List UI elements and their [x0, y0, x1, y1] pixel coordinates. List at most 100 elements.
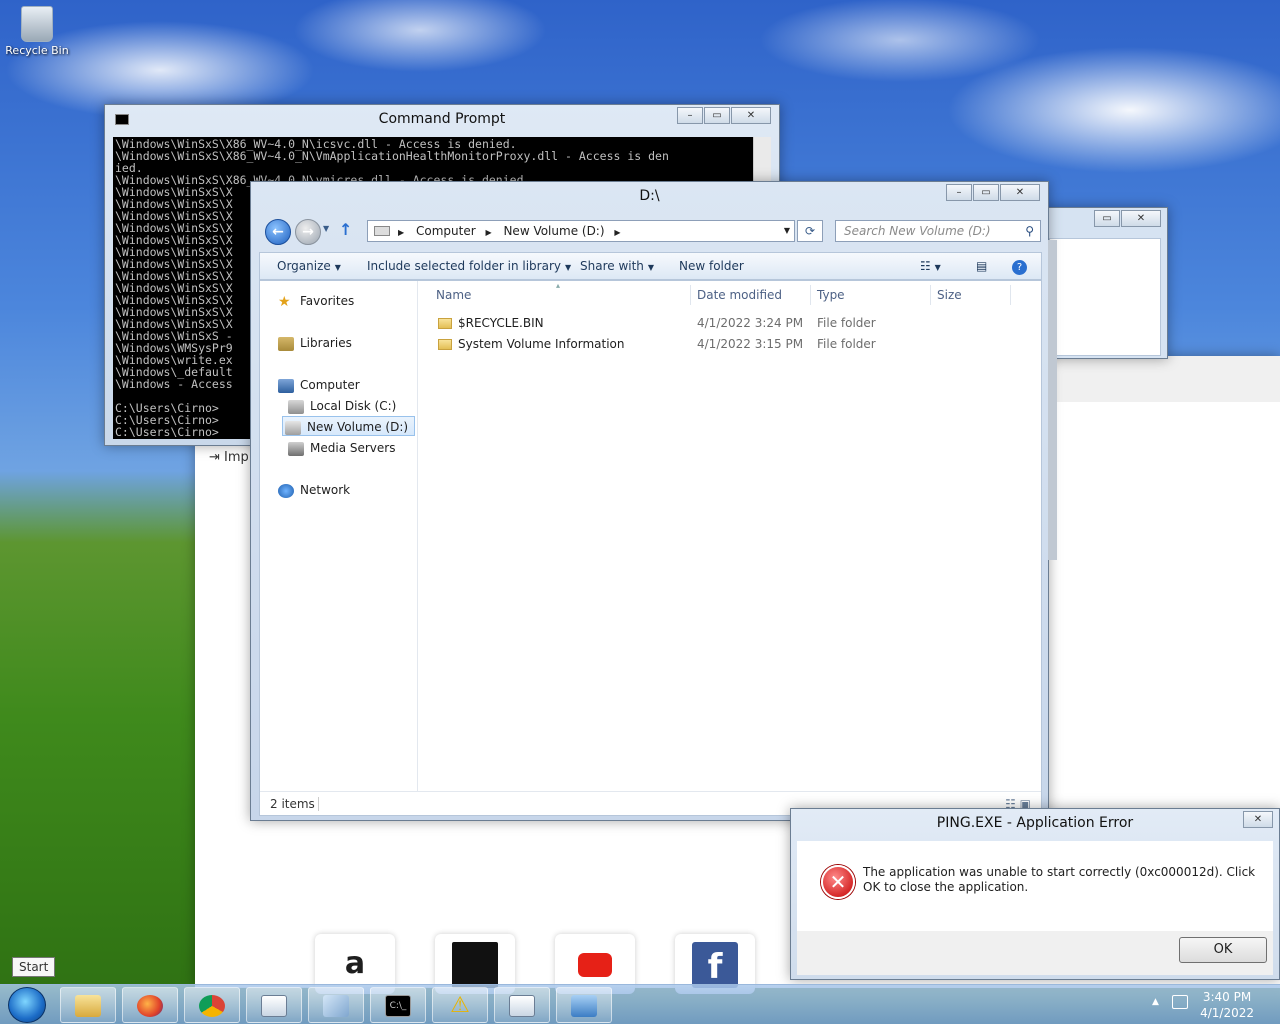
- new-folder-button[interactable]: New folder: [679, 253, 744, 279]
- taskbar-notepad-button[interactable]: [494, 987, 550, 1023]
- media-server-icon: [288, 441, 304, 456]
- back-button[interactable]: ←: [265, 219, 291, 245]
- cmd-app-icon: [115, 114, 129, 125]
- import-link[interactable]: ⇥ Imp: [209, 450, 249, 465]
- organize-button[interactable]: Organize ▼: [277, 253, 341, 281]
- warning-icon: ⚠: [450, 992, 470, 1018]
- breadcrumb-arrow-icon[interactable]: ▶: [398, 228, 404, 237]
- recycle-bin[interactable]: Recycle Bin: [4, 6, 70, 57]
- file-type: File folder: [817, 316, 876, 330]
- folder-icon: [75, 994, 101, 1017]
- taskbar-explorer-button[interactable]: [60, 987, 116, 1023]
- background-window-pane: [1049, 238, 1161, 356]
- explorer-window-controls: – ▭ ✕: [945, 184, 1040, 201]
- background-window-scrollbar[interactable]: [1048, 240, 1057, 560]
- drive-icon: [285, 420, 301, 435]
- command-bar: Organize ▼ Include selected folder in lib…: [259, 252, 1042, 280]
- nav-network[interactable]: Network: [278, 480, 350, 500]
- control-panel-icon: [571, 994, 597, 1017]
- error-titlebar[interactable]: PING.EXE - Application Error ✕: [791, 809, 1279, 837]
- nav-libraries[interactable]: Libraries: [278, 333, 352, 353]
- cmd-icon: C:\_: [385, 994, 411, 1017]
- taskbar-paint-button[interactable]: [308, 987, 364, 1023]
- search-icon[interactable]: ⚲: [1025, 221, 1034, 241]
- taskbar-notepad-button[interactable]: [246, 987, 302, 1023]
- notepad-icon: [509, 994, 535, 1017]
- disk-icon: [288, 399, 304, 414]
- column-divider[interactable]: [930, 285, 931, 305]
- breadcrumb-arrow-icon[interactable]: ▶: [485, 228, 491, 237]
- maximize-icon[interactable]: ▭: [704, 107, 730, 124]
- help-icon[interactable]: ?: [1012, 253, 1027, 279]
- search-input[interactable]: Search New Volume (D:) ⚲: [835, 220, 1041, 242]
- file-date: 4/1/2022 3:15 PM: [697, 337, 804, 351]
- taskbar: C:\_ ⚠ ▲ 3:40 PM 4/1/2022: [0, 984, 1280, 1024]
- column-divider[interactable]: [690, 285, 691, 305]
- column-size[interactable]: Size: [937, 287, 962, 303]
- column-divider[interactable]: [810, 285, 811, 305]
- column-date-modified[interactable]: Date modified: [697, 287, 782, 303]
- nav-computer[interactable]: Computer: [278, 375, 360, 395]
- minimize-icon[interactable]: –: [677, 107, 703, 124]
- breadcrumb-computer[interactable]: Computer: [416, 224, 476, 238]
- cmd-title: Command Prompt: [378, 111, 506, 127]
- column-type[interactable]: Type: [817, 287, 845, 303]
- maximize-icon[interactable]: ▭: [973, 184, 999, 201]
- address-bar[interactable]: ▶ Computer ▶ New Volume (D:) ▶ ▼: [367, 220, 795, 242]
- nav-new-volume[interactable]: New Volume (D:): [282, 416, 416, 436]
- error-button-area: OK: [797, 931, 1273, 975]
- explorer-body: ★ Favorites Libraries Computer Local Disk…: [259, 280, 1042, 816]
- nav-media-servers[interactable]: Media Servers: [288, 438, 395, 458]
- close-icon[interactable]: ✕: [1121, 210, 1161, 227]
- preview-pane-icon[interactable]: ▤: [976, 253, 987, 279]
- file-row[interactable]: System Volume Information 4/1/2022 3:15 …: [438, 334, 998, 354]
- maximize-icon[interactable]: ▭: [1094, 210, 1120, 227]
- share-with-button[interactable]: Share with ▼: [580, 253, 654, 281]
- drive-icon: [374, 226, 390, 236]
- forward-button[interactable]: →: [295, 219, 321, 245]
- close-icon[interactable]: ✕: [1243, 811, 1273, 828]
- column-name[interactable]: Name: [436, 287, 471, 303]
- recent-pages-dropdown-icon[interactable]: ▼: [323, 224, 329, 233]
- refresh-button[interactable]: ⟳: [797, 220, 823, 242]
- file-row[interactable]: $RECYCLE.BIN 4/1/2022 3:24 PM File folde…: [438, 313, 998, 333]
- chevron-down-icon: ▼: [334, 263, 341, 272]
- address-row: ← → ▼ ↑ ▶ Computer ▶ New Volume (D:) ▶ ▼…: [259, 218, 1042, 246]
- nav-local-disk[interactable]: Local Disk (C:): [288, 396, 396, 416]
- column-divider[interactable]: [1010, 285, 1011, 305]
- network-tray-icon[interactable]: [1172, 995, 1188, 1009]
- up-arrow-icon[interactable]: ↑: [339, 220, 352, 239]
- chevron-down-icon: ▼: [564, 263, 572, 272]
- taskbar-control-panel-button[interactable]: [556, 987, 612, 1023]
- ok-button[interactable]: OK: [1179, 937, 1267, 963]
- cmd-titlebar[interactable]: Command Prompt – ▭ ✕: [105, 105, 779, 133]
- start-tooltip: Start: [12, 957, 56, 977]
- show-hidden-icons-icon[interactable]: ▲: [1152, 997, 1159, 1007]
- network-icon: [278, 483, 294, 498]
- taskbar-warning-button[interactable]: ⚠: [432, 987, 488, 1023]
- error-window-controls: ✕: [1242, 811, 1273, 828]
- change-view-icon[interactable]: ☷ ▼: [920, 253, 941, 281]
- minimize-icon[interactable]: –: [946, 184, 972, 201]
- close-icon[interactable]: ✕: [731, 107, 771, 124]
- clock-date: 4/1/2022: [1200, 1006, 1254, 1020]
- clock[interactable]: 3:40 PM 4/1/2022: [1200, 989, 1254, 1021]
- explorer-window[interactable]: D:\ – ▭ ✕ ← → ▼ ↑ ▶ Computer ▶ New Volum…: [250, 181, 1049, 821]
- folder-icon: [438, 318, 452, 329]
- libraries-icon: [278, 336, 294, 351]
- close-icon[interactable]: ✕: [1000, 184, 1040, 201]
- nav-favorites[interactable]: ★ Favorites: [278, 291, 354, 311]
- taskbar-chrome-button[interactable]: [184, 987, 240, 1023]
- error-dialog[interactable]: PING.EXE - Application Error ✕ ✕ The app…: [790, 808, 1280, 980]
- include-library-button[interactable]: Include selected folder in library ▼: [367, 253, 571, 281]
- breadcrumb-arrow-icon[interactable]: ▶: [614, 228, 620, 237]
- taskbar-firefox-button[interactable]: [122, 987, 178, 1023]
- firefox-icon: [137, 994, 163, 1017]
- explorer-titlebar[interactable]: D:\ – ▭ ✕: [251, 182, 1048, 210]
- taskbar-cmd-button[interactable]: C:\_: [370, 987, 426, 1023]
- start-button[interactable]: [8, 987, 46, 1023]
- navigation-pane: ★ Favorites Libraries Computer Local Disk…: [260, 281, 418, 791]
- breadcrumb-new-volume[interactable]: New Volume (D:): [503, 224, 604, 238]
- address-dropdown-icon[interactable]: ▼: [784, 221, 790, 241]
- explorer-title: D:\: [639, 188, 660, 204]
